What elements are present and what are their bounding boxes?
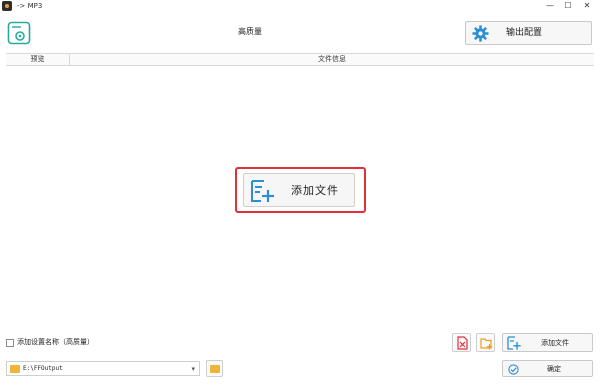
folder-icon — [210, 365, 220, 373]
folder-icon — [10, 365, 20, 373]
minimize-button[interactable]: — — [543, 0, 557, 13]
preset-title: 高质量 — [238, 27, 262, 36]
title-bar: -> MP3 — ☐ ✕ — [0, 0, 600, 13]
add-preset-name-label[interactable]: 添加设置名称（高质量） — [17, 337, 94, 348]
add-folder-icon — [480, 338, 493, 350]
add-file-center-button[interactable]: 添加文件 — [243, 173, 355, 207]
ok-label: 确定 — [547, 365, 561, 373]
header: 高质量 输出配置 — [0, 13, 600, 53]
app-icon — [2, 1, 12, 11]
settings-doc-icon[interactable] — [7, 21, 31, 45]
check-circle-icon — [508, 364, 519, 375]
clear-list-icon — [457, 336, 468, 350]
output-path-select[interactable]: E:\FFOutput ▾ — [6, 361, 200, 376]
output-path-value: E:\FFOutput — [23, 365, 63, 372]
add-file-icon — [251, 180, 274, 202]
column-file-info[interactable]: 文件信息 — [70, 54, 594, 65]
close-button[interactable]: ✕ — [580, 0, 594, 13]
gear-icon — [472, 25, 489, 42]
add-file-icon — [507, 336, 521, 350]
output-config-label: 输出配置 — [506, 28, 543, 38]
add-file-label: 添加文件 — [541, 339, 569, 347]
add-file-button[interactable]: 添加文件 — [502, 333, 593, 352]
output-config-button[interactable]: 输出配置 — [465, 21, 592, 45]
file-table-header: 预览 文件信息 — [6, 53, 594, 66]
chevron-down-icon[interactable]: ▾ — [191, 363, 195, 375]
add-folder-button[interactable] — [476, 333, 495, 352]
add-file-center-label: 添加文件 — [291, 184, 339, 197]
column-preview[interactable]: 预览 — [6, 54, 70, 65]
browse-folder-button[interactable] — [206, 360, 223, 377]
clear-list-button[interactable] — [452, 333, 471, 352]
bottom-bar: 添加设置名称（高质量） 添加文件 E:\FFOutput ▾ 确定 — [0, 323, 600, 386]
window-title: -> MP3 — [17, 2, 43, 10]
add-preset-name-checkbox[interactable] — [6, 339, 14, 347]
ok-button[interactable]: 确定 — [502, 360, 593, 377]
maximize-button[interactable]: ☐ — [561, 0, 575, 13]
